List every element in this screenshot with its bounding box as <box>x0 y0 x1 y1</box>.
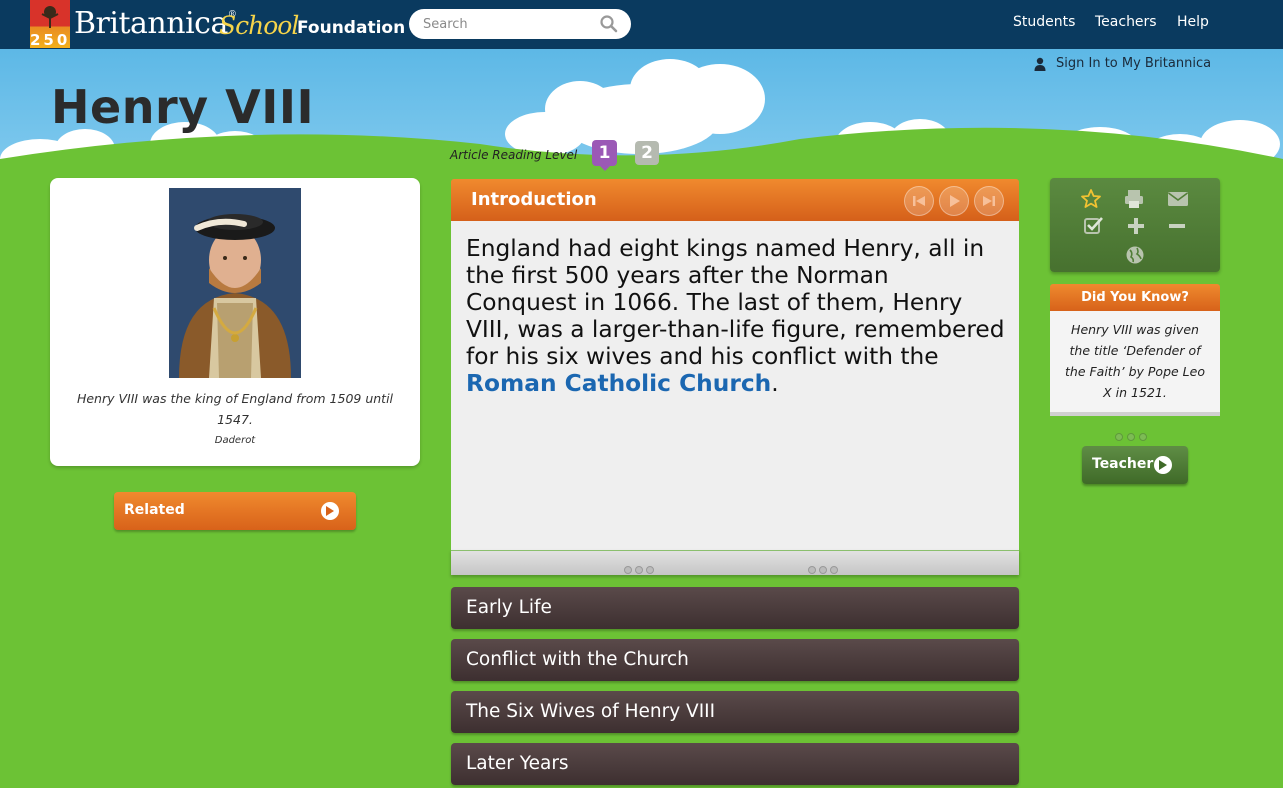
roman-catholic-church-link[interactable]: Roman Catholic Church <box>466 370 771 397</box>
did-you-know-text: Henry VIII was given the title ‘Defender… <box>1065 322 1205 400</box>
skip-forward-icon <box>983 196 995 206</box>
pager-dot <box>1127 433 1135 441</box>
logo-number: 250 <box>30 31 71 49</box>
top-nav-bar: 250 Britannica® School Foundation Studen… <box>0 0 1283 49</box>
play-icon <box>950 195 960 207</box>
pager-dot <box>819 566 827 574</box>
intro-text-part: England had eight kings named Henry, all… <box>466 235 1005 370</box>
reading-level-1-button[interactable]: 1 <box>592 140 617 171</box>
reading-level-label: Article Reading Level <box>450 148 578 162</box>
related-label: Related <box>124 502 185 518</box>
left-pager-dots[interactable] <box>624 559 660 574</box>
section-label: Early Life <box>466 597 552 618</box>
nav-teachers[interactable]: Teachers <box>1095 14 1157 30</box>
introduction-text: England had eight kings named Henry, all… <box>466 235 1006 397</box>
star-icon[interactable] <box>1080 188 1102 210</box>
user-icon <box>1034 57 1046 71</box>
image-caption: Henry VIII was the king of England from … <box>76 391 394 427</box>
pager-dot <box>635 566 643 574</box>
pager-dot <box>624 566 632 574</box>
did-you-know-pager[interactable] <box>1115 426 1155 441</box>
henry-viii-portrait[interactable] <box>169 188 301 378</box>
pager-dot <box>646 566 654 574</box>
section-later-years[interactable]: Later Years <box>451 743 1019 785</box>
zoom-out-icon[interactable] <box>1166 215 1188 237</box>
email-icon[interactable] <box>1167 188 1189 210</box>
did-you-know-body: Henry VIII was given the title ‘Defender… <box>1050 311 1220 416</box>
edition-label: Foundation <box>297 18 406 38</box>
brand-school: School <box>219 11 299 40</box>
search-input[interactable] <box>423 15 593 33</box>
image-credit: Daderot <box>214 435 256 446</box>
section-early-life[interactable]: Early Life <box>451 587 1019 629</box>
section-conflict-with-church[interactable]: Conflict with the Church <box>451 639 1019 681</box>
did-you-know-header: Did You Know? <box>1050 284 1220 311</box>
check-icon[interactable] <box>1083 215 1105 237</box>
skip-back-icon <box>913 196 925 206</box>
brand-word: Britannica <box>74 6 228 41</box>
arrow-right-icon <box>1154 456 1172 474</box>
introduction-title: Introduction <box>471 189 597 210</box>
audio-back-button[interactable] <box>904 186 934 216</box>
brand-name[interactable]: Britannica® <box>74 6 237 41</box>
arrow-right-icon <box>321 502 339 520</box>
introduction-header: Introduction <box>451 179 1019 231</box>
teacher-button[interactable]: Teacher <box>1082 446 1188 484</box>
related-button[interactable]: Related <box>114 492 356 530</box>
intro-text-end: . <box>771 370 779 397</box>
pager-dot <box>1139 433 1147 441</box>
pager-dot <box>1115 433 1123 441</box>
section-six-wives[interactable]: The Six Wives of Henry VIII <box>451 691 1019 733</box>
search-box[interactable] <box>409 9 631 39</box>
sign-in-link[interactable]: Sign In to My Britannica <box>1056 56 1211 71</box>
introduction-footer <box>451 550 1019 575</box>
pager-dot <box>808 566 816 574</box>
teacher-label: Teacher <box>1092 456 1154 472</box>
audio-forward-button[interactable] <box>974 186 1004 216</box>
search-icon[interactable] <box>600 15 618 33</box>
pager-dot <box>830 566 838 574</box>
zoom-in-icon[interactable] <box>1125 215 1147 237</box>
section-label: Later Years <box>466 753 569 774</box>
right-pager-dots[interactable] <box>808 559 844 574</box>
introduction-body: England had eight kings named Henry, all… <box>451 221 1019 551</box>
section-label: Conflict with the Church <box>466 649 689 670</box>
print-icon[interactable] <box>1123 188 1145 210</box>
reading-level-2-button[interactable]: 2 <box>635 141 659 165</box>
nav-students[interactable]: Students <box>1013 14 1075 30</box>
tools-panel <box>1050 178 1220 272</box>
logo-badge[interactable]: 250 <box>30 0 71 49</box>
audio-play-button[interactable] <box>939 186 969 216</box>
page-title: Henry VIII <box>51 80 315 134</box>
image-card: Henry VIII was the king of England from … <box>50 178 420 466</box>
nav-help[interactable]: Help <box>1177 14 1209 30</box>
globe-icon[interactable] <box>1124 244 1146 266</box>
section-label: The Six Wives of Henry VIII <box>466 701 716 722</box>
thistle-logo-icon <box>41 6 59 28</box>
